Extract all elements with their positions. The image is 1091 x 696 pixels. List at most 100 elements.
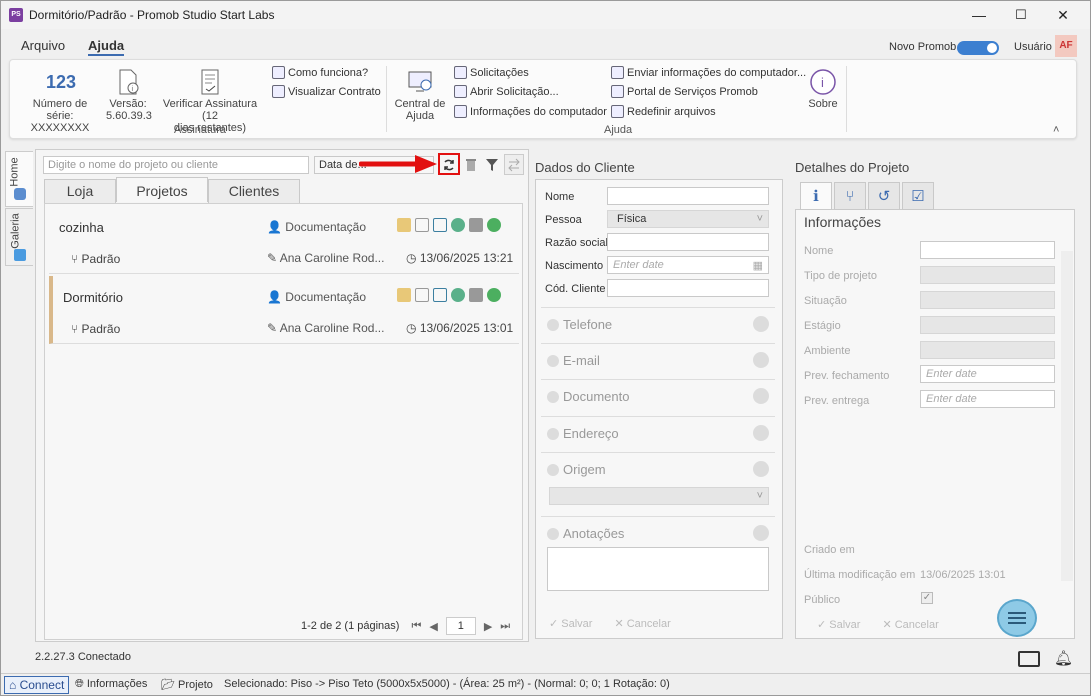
export-icon[interactable] [433, 218, 447, 232]
copy-icon[interactable] [415, 288, 429, 302]
razao-label: Razão social [545, 237, 608, 249]
redefinir-button[interactable]: Redefinir arquivos [611, 105, 716, 118]
informacoes-button[interactable]: 🌐︎ Informações [75, 678, 147, 691]
export-icon[interactable] [433, 288, 447, 302]
first-page-icon[interactable]: ⏮ [411, 620, 421, 633]
sidebar-tab-home[interactable]: Home [5, 151, 33, 207]
ultima-label: Última modificação em [804, 569, 916, 581]
trash-icon[interactable] [469, 288, 483, 302]
sidebar-tab-galeria[interactable]: Galeria [5, 208, 33, 266]
visualizar-contrato-button[interactable]: Visualizar Contrato [272, 85, 381, 98]
copy-icon[interactable] [415, 218, 429, 232]
list-item[interactable]: cozinha 👤 Documentação ⑂ Padrão ✎ Ana Ca… [49, 206, 519, 274]
anotacoes-textarea[interactable] [547, 547, 769, 591]
tab-clientes[interactable]: Clientes [208, 179, 300, 203]
tab-checklist-icon[interactable]: ☑ [902, 182, 934, 210]
branch-add-icon[interactable] [451, 218, 465, 232]
search-input[interactable]: Digite o nome do projeto ou cliente [43, 156, 309, 174]
menu-ajuda[interactable]: Ajuda [88, 38, 125, 56]
last-page-icon[interactable]: ⏭ [500, 620, 510, 633]
connect-button[interactable]: ⌂ Connect [4, 676, 70, 694]
accordion-origem[interactable]: Origem ˅ [541, 452, 775, 512]
detail-nome-field[interactable] [920, 241, 1055, 259]
pessoa-select[interactable]: Física ˅ [607, 210, 769, 228]
selection-status: Selecionado: Piso -> Piso Teto (5000x5x5… [224, 678, 670, 690]
accordion-email[interactable]: E-mail [541, 343, 775, 377]
accordion-telefone[interactable]: Telefone [541, 307, 775, 341]
folder-icon[interactable] [397, 288, 411, 302]
cod-label: Cód. Cliente [545, 283, 606, 295]
expand-icon[interactable] [753, 461, 769, 477]
central-ajuda-button[interactable]: Central de Ajuda [392, 68, 448, 122]
expand-icon[interactable] [753, 388, 769, 404]
enviar-info-button[interactable]: Enviar informações do computador... [611, 66, 806, 79]
branch-add-icon[interactable] [451, 288, 465, 302]
estagio-select[interactable] [920, 316, 1055, 334]
tab-projetos[interactable]: Projetos [116, 177, 208, 202]
situacao-select[interactable] [920, 291, 1055, 309]
version-button[interactable]: i Versão: 5.60.39.3 [106, 68, 152, 122]
maximize-button[interactable]: ☐ [1000, 1, 1042, 29]
salvar-button[interactable]: ✓ Salvar [549, 617, 592, 630]
ambiente-select[interactable] [920, 341, 1055, 359]
signature-line1: Verificar Assinatura (12 [162, 98, 258, 122]
info-computador-button[interactable]: Informações do computador [454, 105, 607, 118]
ultima-value: 13/06/2025 13:01 [920, 569, 1006, 581]
solicitacoes-button[interactable]: Solicitações [454, 66, 529, 79]
page-input[interactable]: 1 [445, 617, 476, 635]
swap-icon[interactable] [504, 154, 524, 175]
serial-number-button[interactable]: 123 Número de série: XXXXXXXX [18, 68, 102, 134]
publico-checkbox[interactable]: ✓ [921, 592, 933, 604]
tipo-select[interactable] [920, 266, 1055, 284]
nome-field[interactable] [607, 187, 769, 205]
details-scrollbar[interactable] [1061, 251, 1073, 581]
avatar[interactable]: AF [1055, 35, 1077, 57]
bell-icon[interactable]: 🔔︎ [1054, 649, 1073, 667]
cod-field[interactable] [607, 279, 769, 297]
abrir-solicitacao-button[interactable]: Abrir Solicitação... [454, 85, 559, 98]
cancelar-button[interactable]: ✕ Cancelar [614, 617, 670, 630]
tab-info-icon[interactable]: ℹ [800, 182, 832, 210]
trash-icon[interactable] [469, 218, 483, 232]
projeto-button[interactable]: 📂︎ Projeto [161, 678, 213, 691]
cloud-icon[interactable] [487, 218, 501, 232]
nascimento-field[interactable]: Enter date ▦ [607, 256, 769, 274]
red-arrow-icon [359, 155, 437, 173]
cloud-icon[interactable] [487, 288, 501, 302]
expand-icon[interactable] [753, 525, 769, 541]
prev-fechamento-field[interactable]: Enter date [920, 365, 1055, 383]
tab-versions-icon[interactable]: ⑂ [834, 182, 866, 210]
trash-icon[interactable] [461, 154, 481, 175]
accordion-documento[interactable]: Documento [541, 379, 775, 413]
tab-loja[interactable]: Loja [44, 179, 116, 203]
estagio-label: Estágio [804, 320, 841, 332]
expand-icon[interactable] [753, 425, 769, 441]
screens-icon[interactable] [1018, 651, 1040, 667]
origem-select[interactable]: ˅ [549, 487, 769, 505]
chat-menu-icon[interactable] [997, 599, 1037, 637]
novo-promob-toggle[interactable] [957, 41, 999, 55]
folder-icon[interactable] [397, 218, 411, 232]
next-page-icon[interactable]: ▶ [484, 620, 492, 633]
expand-icon[interactable] [753, 352, 769, 368]
accordion-anotacoes[interactable]: Anotações [541, 516, 775, 606]
origem-label: Origem [563, 462, 606, 477]
minimize-button[interactable]: — [958, 1, 1000, 29]
details-cancelar-button[interactable]: ✕ Cancelar [882, 618, 938, 631]
prev-entrega-field[interactable]: Enter date [920, 390, 1055, 408]
menu-arquivo[interactable]: Arquivo [21, 38, 65, 53]
prev-page-icon[interactable]: ◀ [429, 620, 437, 633]
details-salvar-button[interactable]: ✓ Salvar [817, 618, 860, 631]
expand-icon[interactable] [753, 316, 769, 332]
tab-history-icon[interactable]: ↺ [868, 182, 900, 210]
como-funciona-button[interactable]: Como funciona? [272, 66, 368, 79]
close-button[interactable]: ✕ [1042, 1, 1084, 29]
portal-button[interactable]: Portal de Serviços Promob [611, 85, 758, 98]
razao-field[interactable] [607, 233, 769, 251]
sobre-button[interactable]: i Sobre [804, 68, 842, 110]
filter-icon[interactable] [482, 154, 502, 175]
ribbon-collapse-icon[interactable]: ˄ [1053, 124, 1059, 136]
calendar-icon[interactable]: ▦ [753, 259, 763, 272]
accordion-endereco[interactable]: Endereço [541, 416, 775, 450]
list-item[interactable]: Dormitório 👤 Documentação ⑂ Padrão ✎ Ana… [49, 276, 519, 344]
